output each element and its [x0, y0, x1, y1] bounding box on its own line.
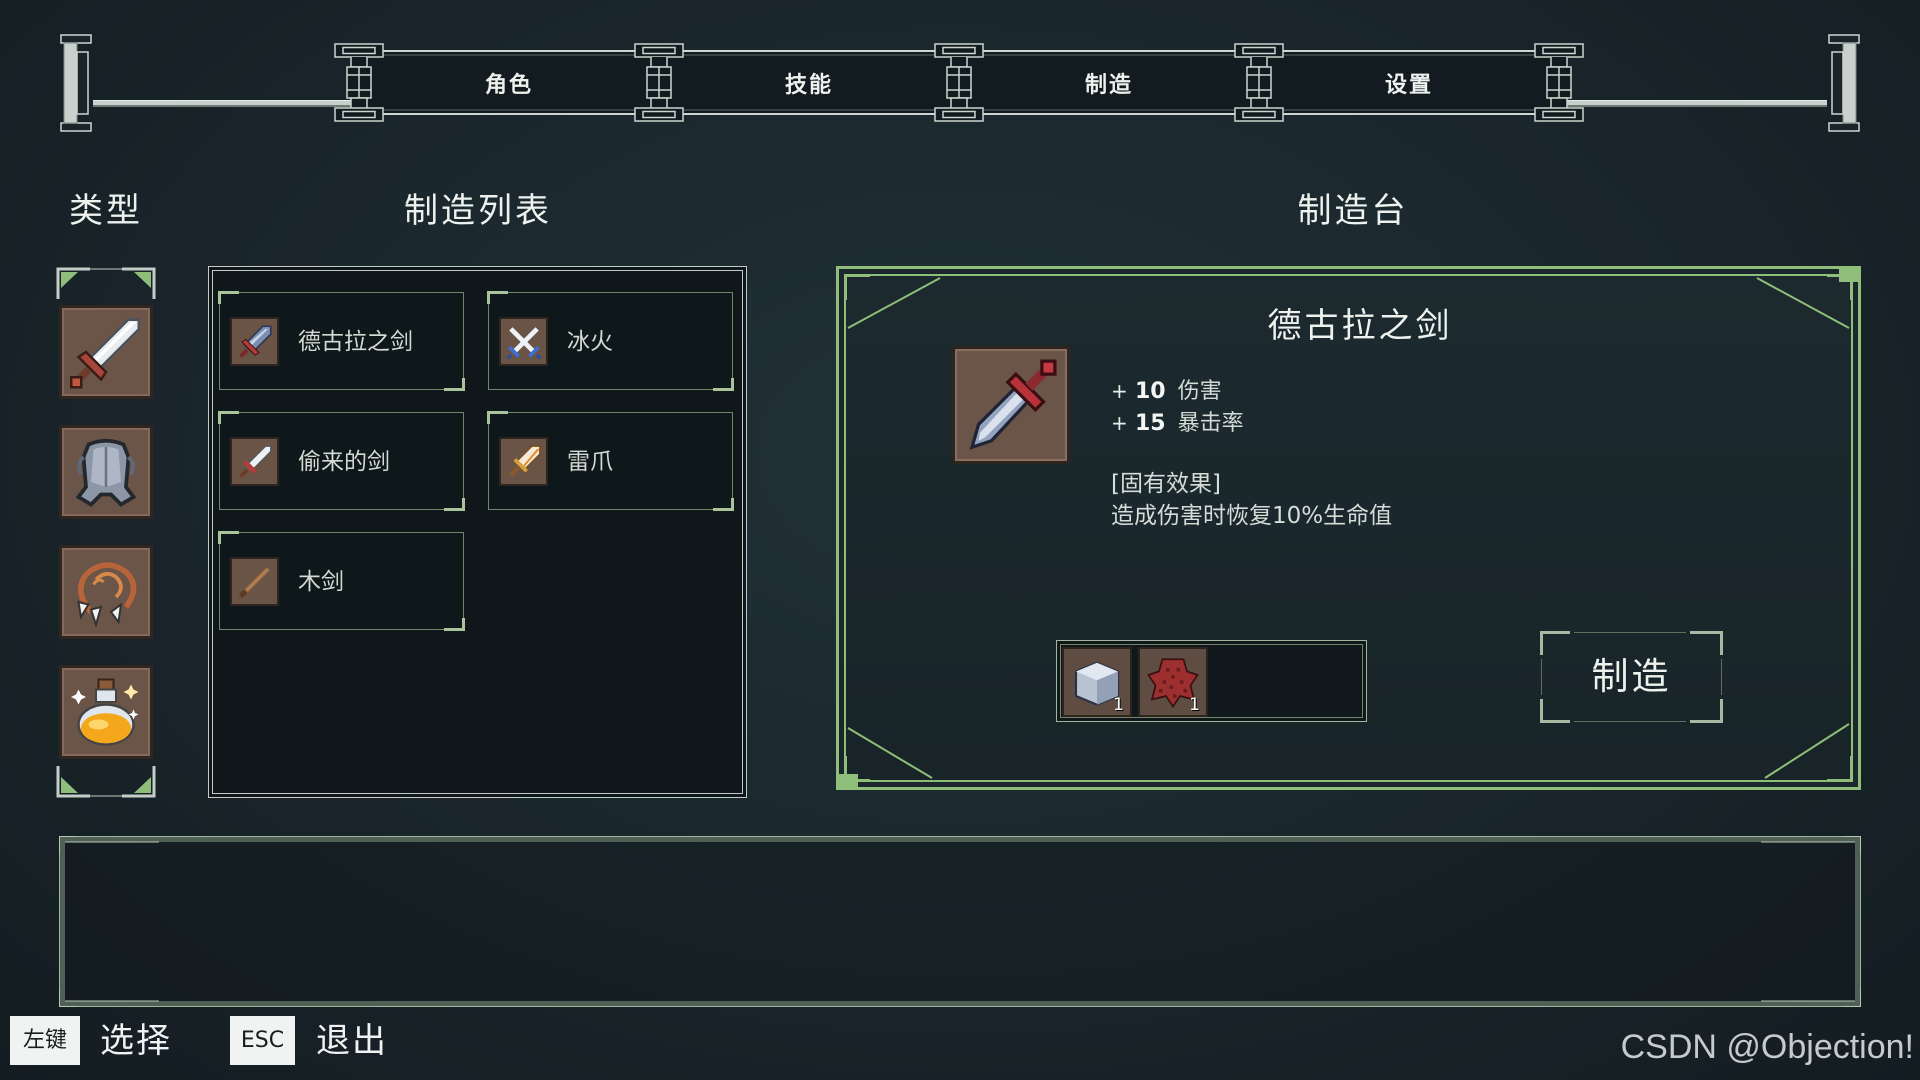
tab-settings[interactable]: 设置: [1259, 43, 1559, 122]
material-slot: 1: [1138, 647, 1208, 717]
tab-label: 制造: [1084, 72, 1133, 98]
stat-label: 伤害: [1177, 379, 1222, 404]
wooden-sword-icon: [238, 566, 270, 598]
recipe-item[interactable]: 德古拉之剑: [218, 291, 465, 391]
recipe-name: 冰火: [567, 329, 613, 355]
craft-list-panel: 德古拉之剑 冰火 偷来的剑 雷爪 木剑: [208, 266, 747, 798]
recipe-icon-tile: [499, 317, 548, 366]
hint-label-select: 选择: [100, 1021, 172, 1061]
type-consumables[interactable]: [59, 665, 153, 759]
potion-icon: [71, 678, 139, 746]
stolen-sword-icon: [238, 445, 271, 478]
stat-line: +10 伤害: [1111, 375, 1222, 407]
type-weapons[interactable]: [59, 305, 153, 399]
station-item-icon-tile: [952, 346, 1070, 464]
material-count: 1: [1189, 695, 1200, 715]
stat-value: 15: [1135, 411, 1166, 436]
type-list-top-bracket: [56, 267, 156, 299]
recipe-item[interactable]: 偷来的剑: [218, 411, 465, 511]
recipe-name: 偷来的剑: [298, 449, 390, 475]
recipe-icon-tile: [230, 557, 279, 606]
recipe-name: 木剑: [298, 569, 344, 595]
recipe-item[interactable]: 雷爪: [487, 411, 734, 511]
sword-icon: [69, 318, 140, 389]
tab-character[interactable]: 角色: [359, 43, 659, 122]
recipe-icon-tile: [499, 437, 548, 486]
hint-key-left-click: 左键: [10, 1016, 80, 1065]
stat-line: +15 暴击率: [1111, 407, 1244, 439]
tab-label: 设置: [1384, 72, 1433, 98]
craft-button[interactable]: 制造: [1540, 631, 1723, 723]
station-item-title: 德古拉之剑: [1267, 306, 1453, 346]
tab-label: 角色: [484, 72, 533, 98]
effect-header: [固有效果]: [1111, 471, 1221, 497]
hint-key-esc: ESC: [230, 1016, 295, 1065]
dracula-sword-icon: [969, 359, 1057, 450]
materials-bar: 1 1: [1056, 640, 1367, 722]
stat-label: 暴击率: [1177, 411, 1244, 436]
type-accessories[interactable]: [59, 545, 153, 639]
recipe-item[interactable]: 木剑: [218, 531, 465, 631]
stat-value: 10: [1135, 379, 1166, 404]
nav-rail-right-cap: [1828, 34, 1860, 132]
nav-rail-left-cap: [60, 34, 92, 132]
description-frame-ornaments: [59, 836, 1861, 1007]
tab-crafting[interactable]: 制造: [959, 43, 1259, 122]
craft-station-panel: 德古拉之剑 +10 伤害 +15 暴击率 [固有效果] 造成伤害时恢复10%生命值: [836, 266, 1861, 790]
item-description-panel: [59, 836, 1861, 1007]
recipe-name: 雷爪: [567, 449, 613, 475]
tab-skills[interactable]: 技能: [659, 43, 959, 122]
recipe-icon-tile: [230, 437, 279, 486]
craft-button-label: 制造: [1591, 655, 1672, 698]
material-slot: 1: [1062, 647, 1132, 717]
crossed-swords-icon: [505, 326, 542, 360]
watermark: CSDN @Objection!: [1620, 1028, 1914, 1066]
tab-label: 技能: [784, 72, 833, 98]
recipe-icon-tile: [230, 317, 279, 366]
recipe-item[interactable]: 冰火: [487, 291, 734, 391]
type-armor[interactable]: [59, 425, 153, 519]
material-count: 1: [1113, 695, 1124, 715]
craft-list-header: 制造列表: [404, 191, 552, 231]
dracula-sword-icon: [238, 324, 272, 358]
type-list-bottom-bracket: [56, 766, 156, 798]
necklace-icon: [77, 562, 137, 628]
craft-station-header: 制造台: [1297, 191, 1409, 231]
effect-text: 造成伤害时恢复10%生命值: [1111, 503, 1393, 529]
recipe-name: 德古拉之剑: [298, 329, 413, 355]
hint-label-exit: 退出: [316, 1021, 388, 1061]
thunder-claw-icon: [508, 445, 540, 477]
types-header: 类型: [69, 191, 143, 231]
tab-bar: 角色 技能 制造 设置: [334, 43, 1584, 122]
armor-icon: [75, 438, 137, 507]
stat-sign: +: [1111, 379, 1128, 403]
crafting-screen: 角色 技能 制造 设置 类型 制造列表 制造台 德古拉之剑 冰火 偷来的剑 雷爪…: [0, 0, 1920, 1080]
stat-sign: +: [1111, 411, 1128, 435]
